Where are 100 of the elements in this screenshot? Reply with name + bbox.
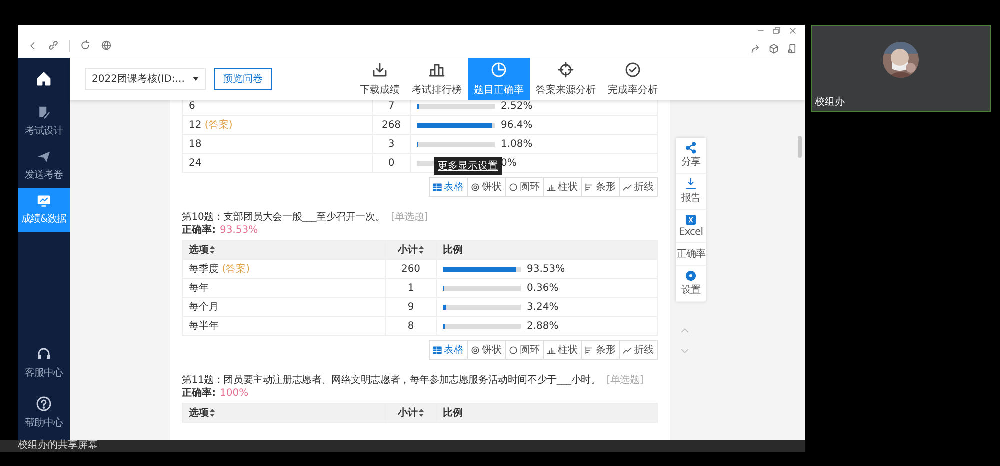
survey-select[interactable]: 2022团课考核(ID:...	[85, 68, 206, 90]
percent-text: 3.24%	[527, 302, 559, 312]
ring-icon	[509, 346, 518, 354]
line-chart-icon	[623, 182, 632, 192]
reload-icon	[80, 40, 91, 51]
link-icon	[48, 40, 59, 51]
bar-chart-icon	[585, 182, 594, 192]
sort-icon[interactable]	[210, 409, 215, 418]
count-cell: 8	[386, 316, 436, 336]
accuracy-label: 正确率:	[182, 225, 216, 237]
sidebar-item[interactable]: 考试设计	[18, 100, 70, 144]
toolbar-tab[interactable]: 考试排行榜	[406, 58, 468, 100]
chart-type-button[interactable]: 柱状	[543, 340, 582, 360]
option-cell: 每半年	[182, 316, 386, 336]
chart-type-button[interactable]: 圆环	[505, 340, 544, 360]
sidebar-item[interactable]: 发送考卷	[18, 144, 70, 188]
sort-icon[interactable]	[210, 246, 215, 254]
accuracy-value: 93.53%	[220, 225, 258, 237]
toolbar-tab[interactable]: 答案来源分析	[530, 58, 602, 100]
line-chart-icon	[623, 346, 632, 354]
sidebar-item[interactable]: 客服中心	[18, 340, 70, 386]
percent-text: 96.4%	[501, 120, 533, 130]
accuracy-value: 100%	[220, 388, 249, 400]
count-cell: 268	[372, 116, 410, 134]
toolbar-button[interactable]: 设置	[676, 266, 706, 302]
column-header: 比例	[436, 404, 658, 422]
table-icon	[433, 346, 442, 354]
chart-type-button[interactable]: 饼状	[467, 340, 506, 360]
globe-icon	[101, 40, 112, 51]
column-header: 比例	[436, 240, 658, 260]
bar-chart-icon	[585, 346, 594, 354]
participant-name: 校组办	[814, 96, 845, 110]
question-title: 第10题：支部团员大会一般___至少召开一次。	[182, 212, 386, 223]
chart-type-button[interactable]: 表格	[429, 177, 468, 197]
column-chart-icon	[547, 346, 556, 354]
forward-share-icon	[751, 44, 761, 54]
toolbar-tab[interactable]: 下载成绩	[354, 58, 406, 100]
option-cell: 每季度 (答案)	[182, 260, 386, 278]
preview-button[interactable]: 预览问卷	[214, 68, 272, 90]
headset-icon	[36, 346, 52, 362]
document-pencil-icon	[37, 106, 51, 120]
toolbar-tab[interactable]: 完成率分析	[602, 58, 664, 100]
ring-icon	[509, 182, 518, 192]
column-chart-icon	[547, 182, 556, 192]
toolbar-button[interactable]: 正确率	[676, 243, 706, 266]
column-header: 选项	[182, 404, 386, 422]
column-header: 小计	[386, 404, 436, 422]
toolbar-button[interactable]: 分享	[676, 138, 706, 174]
option-cell: 12 (答案)	[182, 116, 372, 134]
question-type: [单选题]	[391, 212, 428, 223]
count-cell: 3	[372, 134, 410, 154]
download-icon	[685, 178, 697, 190]
option-cell: 每年	[182, 278, 386, 298]
help-icon	[36, 396, 52, 412]
percent-text: 2.52%	[501, 100, 533, 112]
download-icon	[372, 62, 388, 78]
option-cell: 6	[182, 100, 372, 116]
percent-text: 2.88%	[527, 320, 559, 332]
chart-type-button[interactable]: 饼状	[467, 177, 506, 197]
scrollbar-thumb[interactable]	[798, 136, 802, 158]
chart-type-button[interactable]: 圆环	[505, 177, 544, 197]
chart-type-button[interactable]: 条形	[581, 177, 620, 197]
accuracy-label: 正确率:	[182, 388, 216, 400]
crosshair-icon	[558, 62, 574, 78]
count-cell: 9	[386, 298, 436, 316]
excel-icon	[685, 214, 697, 226]
sort-icon[interactable]	[419, 246, 424, 254]
share-icon	[685, 142, 697, 154]
podium-icon	[428, 62, 445, 78]
answer-tag: (答案)	[222, 264, 250, 275]
question-type: [单选题]	[606, 375, 644, 386]
pie-chart-icon	[490, 62, 507, 78]
table-icon	[433, 182, 442, 192]
cube-icon	[769, 44, 779, 54]
option-cell: 24	[182, 154, 372, 172]
column-header: 选项	[182, 240, 386, 260]
option-cell: 18	[182, 134, 372, 154]
percent-text: 0.36%	[527, 282, 559, 294]
chart-type-button[interactable]: 折线	[619, 177, 658, 197]
percent-text: 0%	[501, 158, 517, 168]
count-cell: 1	[386, 278, 436, 298]
device-icon	[787, 44, 797, 54]
pie-icon	[471, 346, 480, 354]
column-header: 小计	[386, 240, 436, 260]
chart-type-button[interactable]: 条形	[581, 340, 620, 360]
sidebar-item[interactable]: 帮助中心	[18, 390, 70, 436]
chart-type-button[interactable]: 柱状	[543, 177, 582, 197]
toolbar-button[interactable]: Excel	[676, 210, 706, 243]
chart-type-button[interactable]: 表格	[429, 340, 468, 360]
restore-icon	[773, 27, 781, 35]
count-cell: 7	[372, 100, 410, 116]
toolbar-button[interactable]: 报告	[676, 174, 706, 210]
check-circle-icon	[624, 62, 641, 78]
percent-text: 93.53%	[527, 264, 566, 274]
count-cell: 260	[386, 260, 436, 278]
home-icon	[36, 71, 52, 87]
chart-type-button[interactable]: 折线	[619, 340, 658, 360]
sort-icon[interactable]	[419, 409, 424, 418]
answer-tag: (答案)	[204, 120, 233, 131]
share-label: 校组办的共享屏幕	[18, 440, 98, 452]
